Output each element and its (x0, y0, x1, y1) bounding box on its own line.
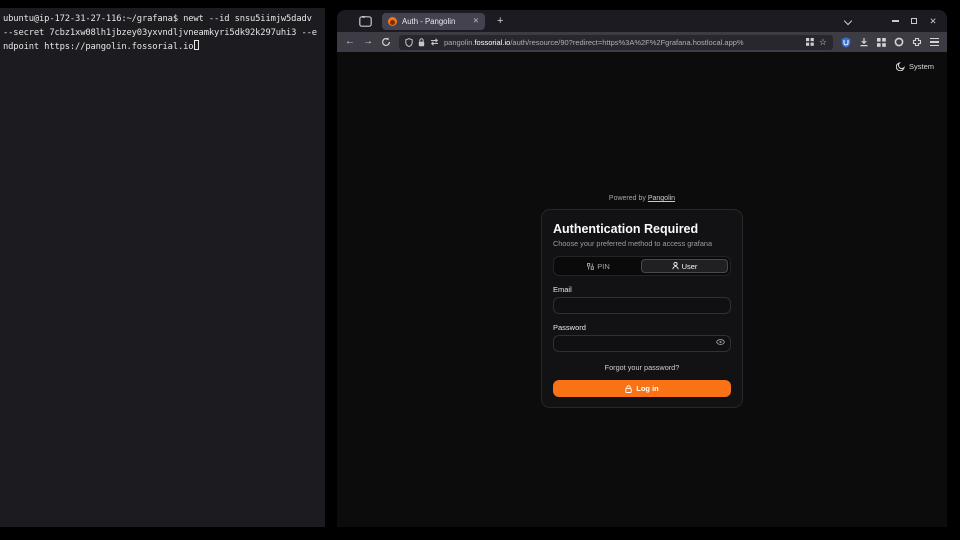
card-subtitle: Choose your preferred method to access g… (553, 239, 731, 248)
url-bar[interactable]: pangolin.fossorial.io/auth/resource/90?r… (399, 35, 833, 50)
new-tab-button[interactable]: + (497, 16, 503, 27)
browser-window: Auth - Pangolin ✕ + ✕ ← → pangolin.fosso… (337, 10, 947, 527)
firefox-view-icon[interactable] (359, 16, 372, 27)
password-label: Password (553, 323, 731, 332)
card-title: Authentication Required (553, 222, 731, 236)
moon-icon (896, 62, 905, 71)
menu-hamburger-icon[interactable] (930, 38, 939, 46)
ublock-extension-icon[interactable] (841, 37, 851, 48)
adblock-circle-icon[interactable] (894, 37, 904, 47)
close-window-button[interactable]: ✕ (927, 15, 939, 27)
terminal-cursor (194, 40, 199, 50)
auth-method-tabs: PIN User (553, 256, 731, 276)
email-field[interactable] (553, 297, 731, 314)
back-button[interactable]: ← (345, 37, 355, 47)
auth-page: System Powered by Pangolin Authenticatio… (337, 52, 947, 527)
url-text[interactable]: pangolin.fossorial.io/auth/resource/90?r… (444, 38, 801, 47)
password-field[interactable] (553, 335, 731, 352)
show-password-eye-icon[interactable] (716, 339, 725, 345)
reload-button[interactable] (381, 37, 391, 47)
page-actions-grid-icon[interactable] (806, 38, 814, 46)
browser-tab[interactable]: Auth - Pangolin ✕ (382, 13, 485, 30)
minimize-button[interactable] (889, 15, 901, 27)
forward-button[interactable]: → (363, 37, 373, 47)
tracking-protection-shield-icon[interactable] (405, 38, 413, 47)
keypad-icon (587, 263, 594, 270)
terminal-window[interactable]: ubuntu@ip-172-31-27-116:~/grafana$ newt … (0, 8, 325, 527)
forgot-password-link[interactable]: Forgot your password? (553, 363, 731, 372)
theme-label: System (909, 62, 934, 71)
bookmark-star-icon[interactable]: ☆ (819, 38, 827, 47)
pangolin-link[interactable]: Pangolin (648, 195, 675, 202)
email-label: Email (553, 285, 731, 294)
pangolin-favicon (388, 17, 397, 26)
apps-grid-icon[interactable] (877, 38, 886, 47)
terminal-line: --secret 7cbz1xw08lh1jbzey03yxvndljvneam… (3, 26, 322, 40)
tab-user[interactable]: User (641, 259, 728, 273)
login-button[interactable]: Log in (553, 380, 731, 397)
powered-by: Powered by Pangolin (541, 195, 743, 202)
navigation-toolbar: ← → pangolin.fossorial.io/auth/resource/… (337, 32, 947, 52)
window-menu-chevron-icon[interactable] (845, 18, 852, 25)
https-lock-icon[interactable] (418, 38, 425, 47)
extensions-puzzle-icon[interactable] (912, 37, 922, 47)
tab-close-icon[interactable]: ✕ (473, 17, 479, 25)
terminal-line: ndpoint https://pangolin.fossorial.io (3, 40, 322, 54)
lock-icon (625, 385, 632, 393)
user-icon (672, 262, 679, 270)
auth-card: Authentication Required Choose your pref… (541, 209, 743, 408)
tab-title: Auth - Pangolin (402, 17, 468, 26)
theme-toggle[interactable]: System (896, 62, 934, 71)
downloads-icon[interactable] (859, 37, 869, 47)
permissions-switch-icon[interactable] (430, 38, 439, 46)
tab-bar: Auth - Pangolin ✕ + ✕ (337, 10, 947, 32)
terminal-line: ubuntu@ip-172-31-27-116:~/grafana$ newt … (3, 12, 322, 26)
maximize-button[interactable] (908, 15, 920, 27)
tab-pin[interactable]: PIN (556, 259, 641, 273)
